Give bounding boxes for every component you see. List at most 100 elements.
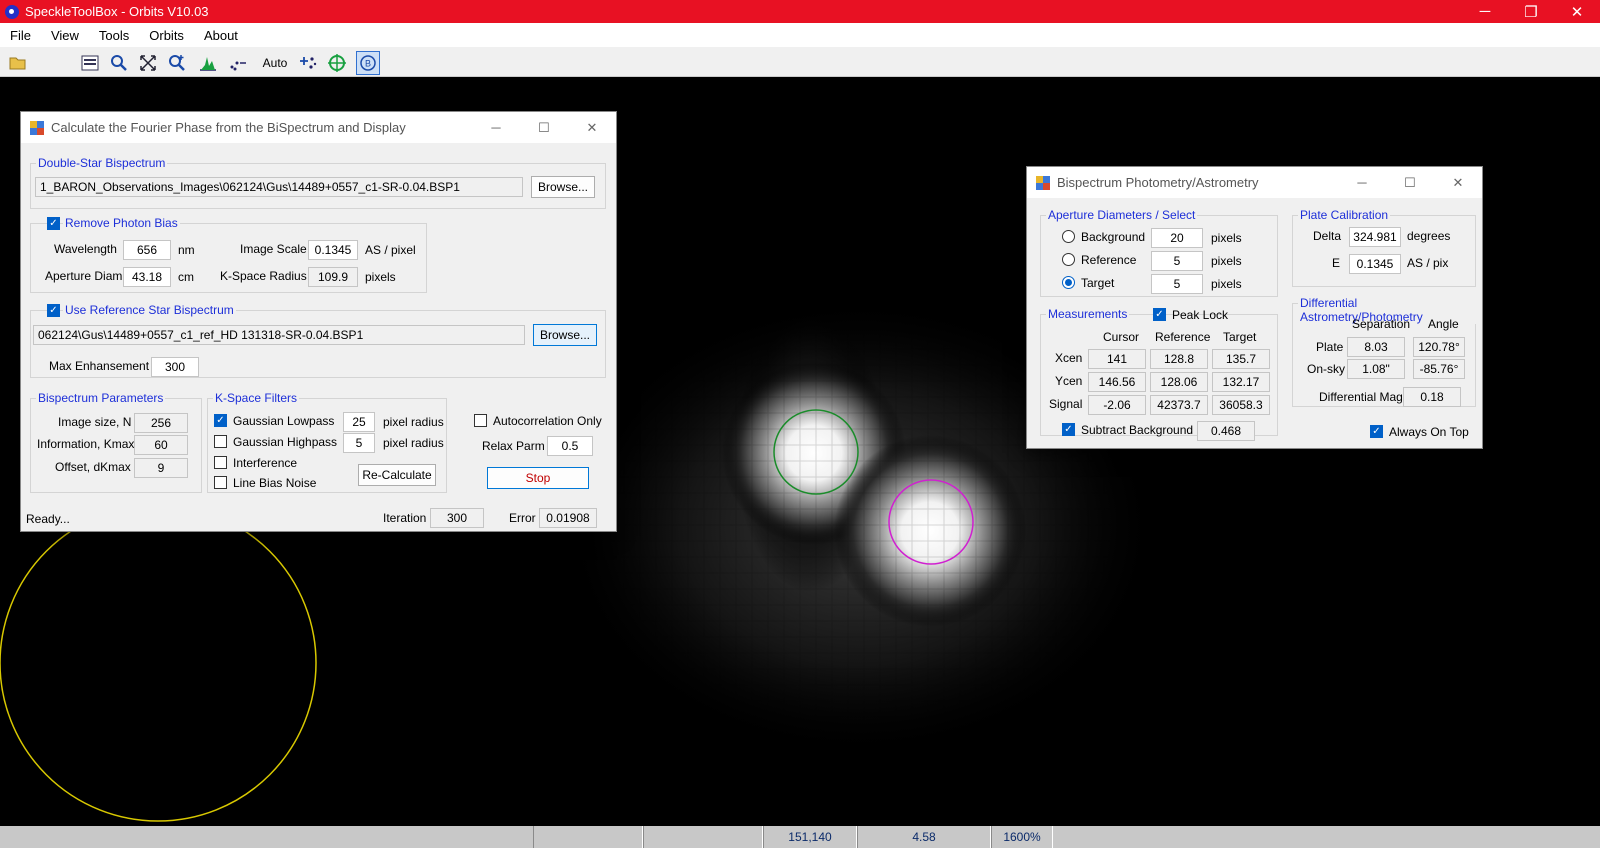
reference-input[interactable]: 5 [1151, 251, 1203, 271]
cursor-column-header: Cursor [1103, 330, 1140, 344]
e-unit: AS / pix [1407, 256, 1449, 270]
lowpass-radius-input[interactable]: 25 [343, 412, 375, 432]
photometry-maximize-button[interactable]: ☐ [1386, 175, 1434, 191]
gaussian-lowpass-checkbox[interactable]: ✓ [214, 414, 227, 427]
image-frame-icon[interactable] [78, 51, 102, 75]
error-field: 0.01908 [539, 508, 597, 528]
status-bar: 151,140 4.58 1600% [0, 826, 1600, 848]
reference-browse-button[interactable]: Browse... [533, 324, 597, 346]
menu-view[interactable]: View [41, 28, 89, 43]
table-row-label: Signal [1049, 397, 1083, 411]
image-scale-input[interactable]: 0.1345 [308, 240, 358, 260]
menu-file[interactable]: File [0, 28, 41, 43]
autocorrelation-only-checkbox[interactable] [474, 414, 487, 427]
menu-tools[interactable]: Tools [89, 28, 139, 43]
bispectrum-icon[interactable]: B [356, 51, 380, 75]
zoom-level: 1600% [991, 826, 1053, 848]
relax-parm-input[interactable]: 0.5 [547, 436, 593, 456]
reference-radio[interactable] [1062, 253, 1075, 266]
app-logo-icon [5, 4, 19, 19]
star-markers-icon[interactable] [296, 51, 320, 75]
interference-checkbox[interactable] [214, 456, 227, 469]
highpass-radius-input[interactable]: 5 [343, 433, 375, 453]
recalculate-button[interactable]: Re-Calculate [358, 464, 436, 486]
background-input[interactable]: 20 [1151, 228, 1203, 248]
svg-text:B: B [365, 59, 371, 69]
histogram-icon[interactable] [196, 51, 220, 75]
wavelength-input[interactable]: 656 [123, 240, 171, 260]
aperture-diam-input[interactable]: 43.18 [123, 267, 171, 287]
zoom-in-icon[interactable] [165, 51, 189, 75]
plate-separation-field: 8.03 [1347, 337, 1405, 357]
fourier-minimize-button[interactable]: ─ [472, 120, 520, 135]
e-input[interactable]: 0.1345 [1349, 254, 1401, 274]
line-bias-noise-label: Line Bias Noise [233, 476, 317, 490]
menu-about[interactable]: About [194, 28, 248, 43]
background-label: Background [1081, 230, 1146, 244]
differential-mag-field: 0.18 [1403, 387, 1461, 407]
scatter-points-icon[interactable] [226, 51, 250, 75]
image-scale-label: Image Scale [240, 242, 307, 256]
stop-button[interactable]: Stop [487, 467, 589, 489]
reference-unit: pixels [1211, 254, 1242, 268]
target-input[interactable]: 5 [1151, 274, 1203, 294]
toolbar: Auto B [0, 47, 1600, 77]
always-on-top-label: Always On Top [1389, 425, 1469, 439]
peak-lock-label: Peak Lock [1172, 308, 1229, 322]
kspace-filters-label: K-Space Filters [213, 391, 300, 405]
offset-dkmax-field: 9 [134, 458, 188, 478]
delta-input[interactable]: 324.981 [1349, 227, 1401, 247]
fourier-maximize-button[interactable]: ☐ [520, 120, 568, 136]
offset-dkmax-label: Offset, dKmax [55, 460, 131, 474]
relax-parm-label: Relax Parm [482, 439, 545, 453]
bispectrum-params-label: Bispectrum Parameters [36, 391, 166, 405]
signal-cursor-cell: -2.06 [1088, 395, 1146, 415]
aperture-diam-unit: cm [178, 270, 194, 284]
highpass-unit: pixel radius [383, 436, 444, 450]
information-kmax-label: Information, Kmax [37, 437, 135, 451]
double-star-path-field[interactable]: 1_BARON_Observations_Images\062124\Gus\1… [35, 177, 523, 197]
menu-orbits[interactable]: Orbits [139, 28, 194, 43]
close-button[interactable]: ✕ [1554, 3, 1600, 21]
zoom-icon[interactable] [107, 51, 131, 75]
fit-window-icon[interactable] [136, 51, 160, 75]
target-column-header: Target [1223, 330, 1257, 344]
kspace-radius-field: 109.9 [308, 267, 358, 287]
auto-button[interactable]: Auto [258, 51, 292, 75]
subtract-background-checkbox[interactable]: ✓ [1062, 423, 1075, 436]
double-star-browse-button[interactable]: Browse... [531, 176, 595, 198]
photometry-minimize-button[interactable]: ─ [1338, 175, 1386, 190]
minimize-button[interactable]: ─ [1462, 3, 1508, 20]
line-bias-noise-checkbox[interactable] [214, 476, 227, 489]
target-radio[interactable] [1062, 276, 1075, 289]
kspace-radius-unit: pixels [365, 270, 396, 284]
xcen-reference-cell: 128.8 [1150, 349, 1208, 369]
fourier-phase-window: Calculate the Fourier Phase from the BiS… [20, 111, 617, 532]
open-folder-icon[interactable] [6, 51, 30, 75]
onsky-angle-field: -85.76° [1413, 359, 1465, 379]
fourier-close-button[interactable]: ✕ [568, 120, 616, 136]
remove-photon-bias-checkbox[interactable]: ✓ [47, 217, 60, 230]
interference-label: Interference [233, 456, 298, 470]
crosshair-target-icon[interactable] [325, 51, 349, 75]
restore-button[interactable]: ❐ [1508, 3, 1554, 21]
image-scale-unit: AS / pixel [365, 243, 416, 257]
table-row-label: Ycen [1055, 374, 1083, 388]
background-radio[interactable] [1062, 230, 1075, 243]
fourier-window-title: Calculate the Fourier Phase from the BiS… [51, 120, 406, 135]
always-on-top-checkbox[interactable]: ✓ [1370, 425, 1383, 438]
subtract-background-field: 0.468 [1197, 421, 1255, 441]
peak-lock-checkbox[interactable]: ✓ [1153, 308, 1166, 321]
image-size-label: Image size, N [58, 415, 132, 429]
max-enhansement-input[interactable]: 300 [151, 357, 199, 377]
remove-photon-bias-label: Remove Photon Bias [63, 216, 180, 230]
signal-reference-cell: 42373.7 [1150, 395, 1208, 415]
plate-calibration-label: Plate Calibration [1298, 208, 1391, 222]
reference-path-field[interactable]: 062124\Gus\14489+0557_c1_ref_HD 131318-S… [33, 325, 525, 345]
differential-mag-label: Differential Mag [1319, 390, 1403, 404]
menu-bar: File View Tools Orbits About [0, 23, 1600, 47]
aperture-group-label: Aperture Diameters / Select [1046, 208, 1198, 222]
photometry-close-button[interactable]: ✕ [1434, 175, 1482, 191]
gaussian-highpass-checkbox[interactable] [214, 435, 227, 448]
use-reference-checkbox[interactable]: ✓ [47, 304, 60, 317]
